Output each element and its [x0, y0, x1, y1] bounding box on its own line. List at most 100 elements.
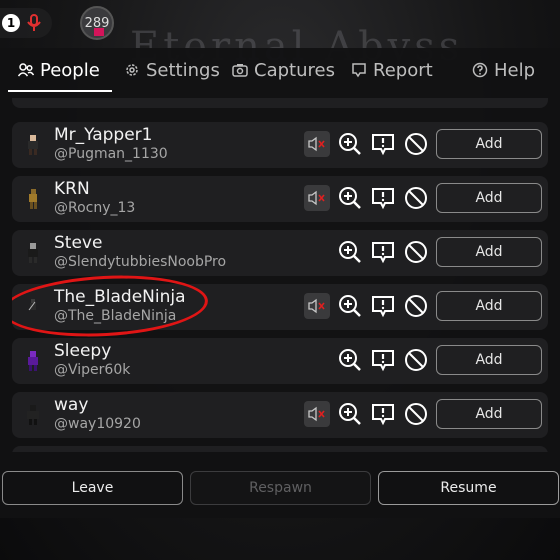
camera-icon	[232, 64, 248, 77]
add-friend-button[interactable]	[337, 401, 363, 427]
speaker-muted-icon	[308, 190, 325, 206]
microphone-muted-icon[interactable]	[24, 13, 44, 33]
block-icon	[405, 403, 427, 425]
add-friend-button[interactable]	[337, 239, 363, 265]
add-friend-text-button[interactable]: Add	[436, 183, 542, 213]
report-bubble-icon	[372, 242, 394, 264]
tab-people[interactable]: People	[8, 48, 112, 92]
gear-icon	[126, 64, 138, 76]
respawn-button[interactable]: Respawn	[190, 471, 371, 505]
tab-captures[interactable]: Captures	[232, 48, 335, 92]
block-button[interactable]	[403, 347, 429, 373]
help-icon	[472, 62, 488, 78]
tab-settings[interactable]: Settings	[124, 48, 220, 92]
people-icon	[18, 63, 34, 77]
hud-voice-controls[interactable]: 1	[0, 8, 52, 38]
report-player-button[interactable]	[370, 293, 396, 319]
player-row: Sleepy @Viper60k Add	[12, 338, 548, 384]
tab-report-label: Report	[373, 59, 433, 81]
zoom-plus-icon	[339, 295, 361, 317]
player-avatar[interactable]	[20, 186, 46, 212]
notification-badge: 1	[2, 14, 20, 32]
leave-button[interactable]: Leave	[2, 471, 183, 505]
report-player-button[interactable]	[370, 185, 396, 211]
player-avatar[interactable]	[20, 294, 46, 320]
block-button[interactable]	[403, 131, 429, 157]
add-friend-text-button[interactable]: Add	[436, 237, 542, 267]
player-username: @way10920	[54, 416, 141, 432]
player-avatar[interactable]	[20, 348, 46, 374]
report-bubble-icon	[372, 296, 394, 318]
player-count-avatar[interactable]: 289	[80, 6, 114, 40]
report-bubble-icon	[372, 134, 394, 156]
player-username: @Rocny_13	[54, 200, 136, 216]
report-bubble-icon	[372, 404, 394, 426]
add-friend-button[interactable]	[337, 293, 363, 319]
player-row-highlighted: The_BladeNinja @The_BladeNinja Add	[12, 270, 548, 342]
tab-captures-label: Captures	[254, 59, 335, 81]
mute-button[interactable]	[304, 401, 330, 427]
mute-button[interactable]	[304, 293, 330, 319]
mute-button[interactable]	[304, 131, 330, 157]
player-avatar[interactable]	[20, 402, 46, 428]
report-bubble-icon	[372, 350, 394, 372]
report-player-button[interactable]	[370, 347, 396, 373]
player-username: @The_BladeNinja	[54, 308, 177, 324]
tab-help[interactable]: Help	[472, 48, 535, 92]
player-display-name: Steve	[54, 233, 103, 253]
tab-settings-label: Settings	[146, 59, 220, 81]
tab-report[interactable]: Report	[351, 48, 433, 92]
resume-button[interactable]: Resume	[378, 471, 559, 505]
player-display-name: The_BladeNinja	[54, 287, 186, 307]
block-button[interactable]	[403, 185, 429, 211]
block-icon	[405, 133, 427, 155]
report-bubble-icon	[372, 188, 394, 210]
escape-menu-panel: People Settings Captures Report Help Mr_…	[0, 48, 560, 518]
report-player-button[interactable]	[370, 131, 396, 157]
add-friend-text-button[interactable]: Add	[436, 399, 542, 429]
add-friend-button[interactable]	[337, 185, 363, 211]
block-button[interactable]	[403, 401, 429, 427]
player-list[interactable]: Mr_Yapper1 @Pugman_1130 Add KRN @Rocny_1…	[12, 98, 548, 452]
add-friend-text-button[interactable]: Add	[436, 291, 542, 321]
zoom-plus-icon	[339, 241, 361, 263]
block-button[interactable]	[403, 293, 429, 319]
tab-people-label: People	[40, 59, 100, 81]
player-count: 289	[84, 15, 110, 31]
block-button[interactable]	[403, 239, 429, 265]
report-player-button[interactable]	[370, 401, 396, 427]
player-avatar[interactable]	[20, 240, 46, 266]
report-flag-icon	[352, 63, 366, 78]
mute-button[interactable]	[304, 185, 330, 211]
player-row: way @way10920 Add	[12, 392, 548, 438]
zoom-plus-icon	[339, 349, 361, 371]
add-friend-text-button[interactable]: Add	[436, 129, 542, 159]
player-avatar[interactable]	[20, 132, 46, 158]
add-friend-text-button[interactable]: Add	[436, 345, 542, 375]
player-row: Steve @SlendytubbiesNoobPro Add	[12, 230, 548, 276]
report-player-button[interactable]	[370, 239, 396, 265]
speaker-muted-icon	[308, 136, 325, 152]
player-username: @Viper60k	[54, 362, 131, 378]
player-display-name: KRN	[54, 179, 90, 199]
player-row: Mr_Yapper1 @Pugman_1130 Add	[12, 122, 548, 168]
block-icon	[405, 295, 427, 317]
player-row: KRN @Rocny_13 Add	[12, 176, 548, 222]
player-row-partial	[12, 98, 548, 108]
bottom-action-bar: Leave Respawn Resume	[0, 470, 560, 508]
player-display-name: Mr_Yapper1	[54, 125, 153, 145]
add-friend-button[interactable]	[337, 347, 363, 373]
player-display-name: Sleepy	[54, 341, 112, 361]
menu-tabs: People Settings Captures Report Help	[0, 48, 560, 92]
block-icon	[405, 187, 427, 209]
zoom-plus-icon	[339, 187, 361, 209]
player-username: @Pugman_1130	[54, 146, 168, 162]
player-display-name: way	[54, 395, 89, 415]
add-friend-button[interactable]	[337, 131, 363, 157]
block-icon	[405, 349, 427, 371]
zoom-plus-icon	[339, 403, 361, 425]
tab-help-label: Help	[494, 59, 536, 81]
player-username: @SlendytubbiesNoobPro	[54, 254, 227, 270]
zoom-plus-icon	[339, 133, 361, 155]
player-row-partial	[12, 446, 548, 452]
